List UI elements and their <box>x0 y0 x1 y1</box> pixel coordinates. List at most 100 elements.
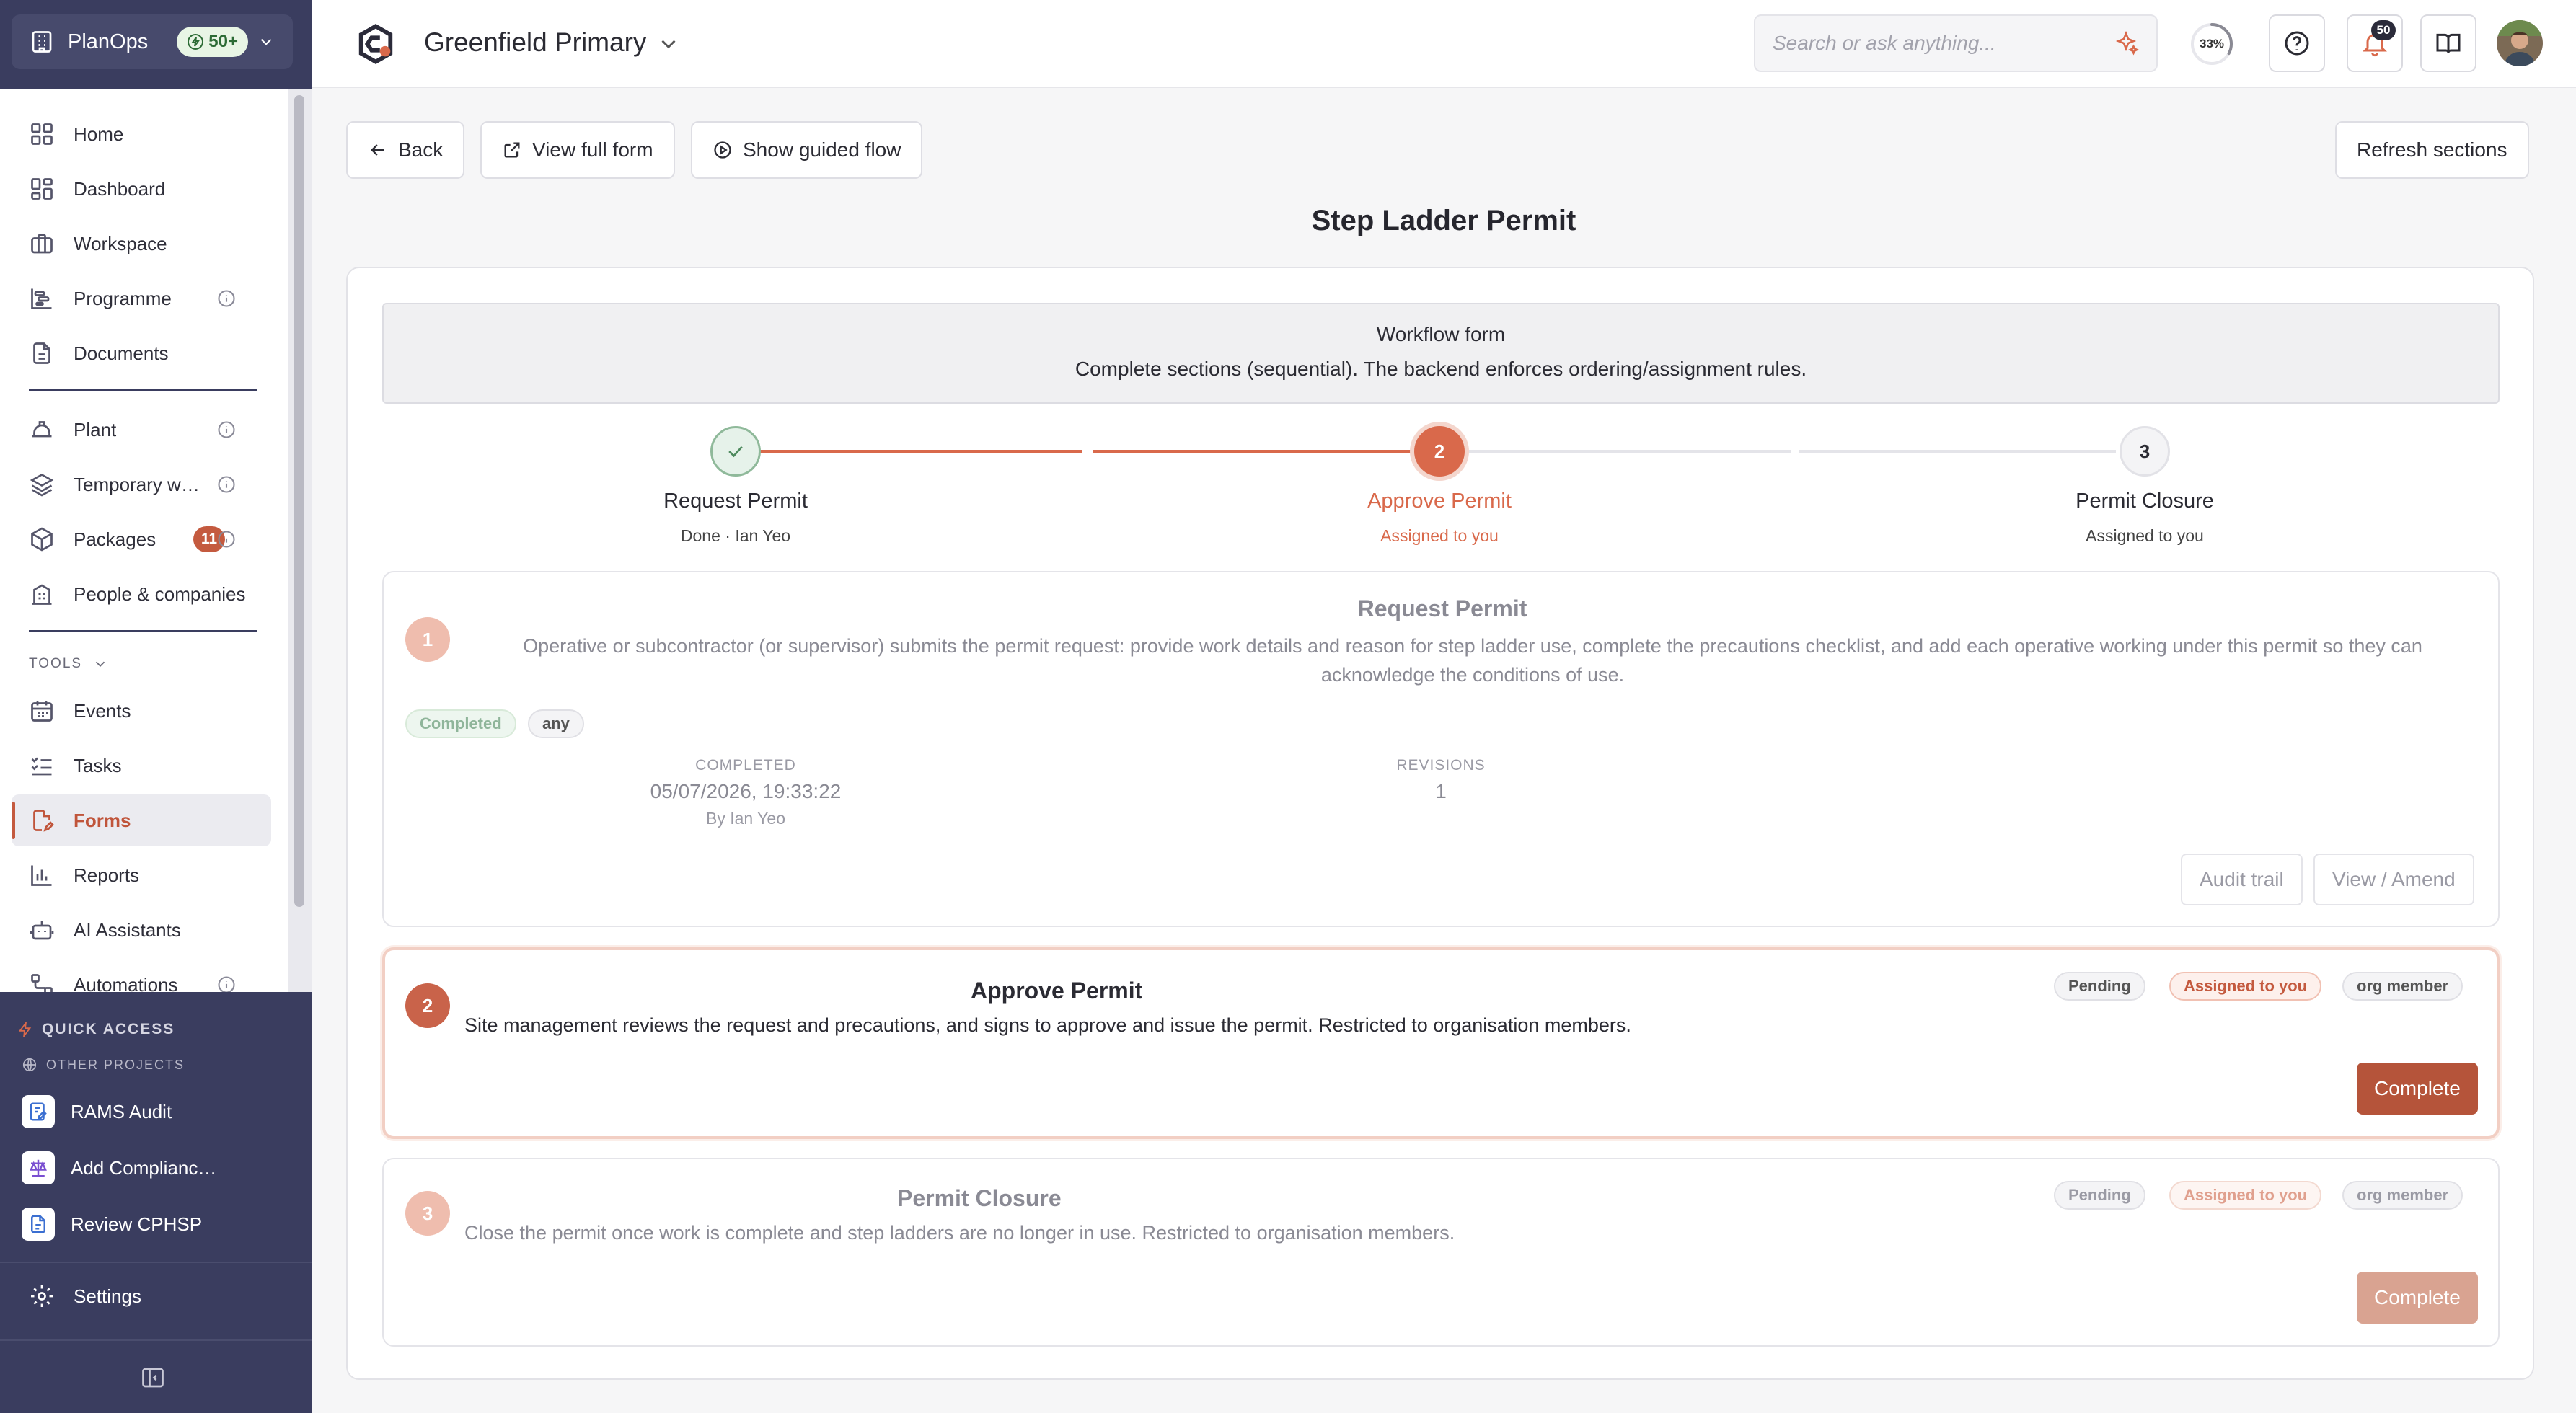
role-badge: org member <box>2342 1181 2463 1210</box>
refresh-sections-button[interactable]: Refresh sections <box>2335 121 2529 179</box>
section-title: Request Permit <box>1357 595 1527 621</box>
sidebar-item-forms[interactable]: Forms <box>12 794 271 846</box>
step-request-permit[interactable]: Request Permit Done · Ian Yeo <box>519 426 952 546</box>
sidebar-item-automations[interactable]: Automations <box>12 959 271 992</box>
quick-item-label: RAMS Audit <box>71 1100 172 1122</box>
package-icon <box>31 527 53 552</box>
globe-icon <box>22 1058 37 1072</box>
sidebar-item-label: Temporary w… <box>74 473 200 495</box>
sidebar-item-label: Forms <box>74 809 131 831</box>
view-full-form-button[interactable]: View full form <box>480 121 675 179</box>
step-circle: 2 <box>1414 426 1465 477</box>
quick-item-add-compliance[interactable]: Add Complianc… <box>22 1148 216 1188</box>
quick-item-review-cphsp[interactable]: Review CPHSP <box>22 1204 202 1244</box>
step-label: Request Permit <box>663 490 808 513</box>
completed-value: 05/07/2026, 19:33:22 <box>650 780 842 802</box>
sidebar-item-label: Dashboard <box>74 177 166 200</box>
sidebar-item-people-companies[interactable]: People & companies <box>12 568 271 620</box>
page-title: Step Ladder Permit <box>1311 205 1576 236</box>
sidebar-item-tasks[interactable]: Tasks <box>12 740 271 792</box>
tools-section-label: TOOLS <box>29 656 83 671</box>
view-amend-button[interactable]: View / Amend <box>2313 854 2474 905</box>
credits-badge[interactable]: 50+ <box>177 27 248 57</box>
checklist-icon <box>31 757 52 776</box>
info-icon[interactable] <box>216 474 237 495</box>
docs-button[interactable] <box>2420 14 2476 72</box>
info-icon[interactable] <box>216 529 237 549</box>
external-link-icon <box>504 142 520 158</box>
help-button[interactable] <box>2269 14 2325 72</box>
sidebar-scrollbar[interactable] <box>288 89 312 992</box>
step-circle: 3 <box>2120 426 2170 477</box>
info-icon[interactable] <box>216 975 237 992</box>
scrollbar-thumb[interactable] <box>294 95 304 907</box>
show-guided-flow-button[interactable]: Show guided flow <box>691 121 923 179</box>
step-sub: Assigned to you <box>2086 526 2204 545</box>
complete-button[interactable]: Complete <box>2357 1272 2478 1324</box>
workspace-switcher[interactable]: PlanOps 50+ <box>12 14 293 69</box>
notifications-button[interactable]: 50 <box>2347 14 2403 72</box>
sidebar-item-settings[interactable]: Settings <box>29 1283 141 1309</box>
sidebar-item-plant[interactable]: Plant <box>12 404 271 456</box>
tools-section-toggle[interactable]: TOOLS <box>29 656 108 672</box>
help-icon <box>2285 31 2309 56</box>
sidebar-item-workspace[interactable]: Workspace <box>12 218 271 270</box>
sidebar-item-label: Home <box>74 123 124 145</box>
sparkle-icon[interactable] <box>2113 30 2139 56</box>
chevron-down-icon[interactable] <box>656 32 681 56</box>
section-title: Permit Closure <box>897 1185 1062 1211</box>
layers-icon <box>30 473 54 497</box>
sidebar-separator <box>0 1339 312 1341</box>
sidebar: PlanOps 50+ Home Dashboard Workspace Pro… <box>0 0 312 1413</box>
sidebar-item-reports[interactable]: Reports <box>12 849 271 901</box>
step-number: 3 <box>2139 440 2151 462</box>
sidebar-collapse-icon[interactable] <box>140 1365 166 1391</box>
step-approve-permit[interactable]: 2 Approve Permit Assigned to you <box>1223 426 1656 546</box>
sidebar-nav: Home Dashboard Workspace Programme Docum… <box>0 89 288 992</box>
search-input[interactable] <box>1773 32 2113 55</box>
search-bar[interactable] <box>1754 14 2158 72</box>
quick-item-rams-audit[interactable]: RAMS Audit <box>22 1091 172 1132</box>
sidebar-item-programme[interactable]: Programme <box>12 273 271 324</box>
back-button[interactable]: Back <box>346 121 465 179</box>
step-permit-closure[interactable]: 3 Permit Closure Assigned to you <box>1928 426 2361 546</box>
form-icon <box>33 810 54 832</box>
info-icon[interactable] <box>216 420 237 440</box>
audit-trail-button[interactable]: Audit trail <box>2181 854 2303 905</box>
sidebar-item-label: Programme <box>74 287 172 309</box>
revisions-stat: REVISIONS 1 <box>1297 757 1585 803</box>
chevron-down-icon <box>260 38 272 45</box>
gantt-icon <box>31 288 52 309</box>
topbar: Greenfield Primary 33% 50 <box>312 0 2576 88</box>
back-label: Back <box>398 138 444 161</box>
chevron-down-icon <box>95 661 105 668</box>
sidebar-item-label: AI Assistants <box>74 918 181 941</box>
sidebar-item-temporary-works[interactable]: Temporary w… <box>12 459 271 510</box>
sidebar-item-events[interactable]: Events <box>12 685 271 737</box>
step-number: 2 <box>1434 440 1445 462</box>
section-number: 3 <box>405 1191 450 1236</box>
sidebar-item-ai-assistants[interactable]: AI Assistants <box>12 904 271 956</box>
completed-stat: COMPLETED 05/07/2026, 19:33:22 By Ian Ye… <box>601 757 890 828</box>
quick-access-label: QUICK ACCESS <box>42 1021 175 1037</box>
quick-item-label: Add Complianc… <box>71 1156 217 1179</box>
other-projects-heading: OTHER PROJECTS <box>22 1057 185 1073</box>
project-name[interactable]: Greenfield Primary <box>424 27 646 58</box>
progress-ring[interactable]: 33% <box>2189 22 2234 66</box>
workflow-card: Workflow form Complete sections (sequent… <box>346 267 2534 1380</box>
complete-button[interactable]: Complete <box>2357 1063 2478 1115</box>
arrow-left-icon <box>371 144 384 156</box>
sidebar-item-packages[interactable]: Packages 11 <box>12 513 271 565</box>
sidebar-separator <box>0 1262 312 1263</box>
sidebar-item-label: Tasks <box>74 754 122 776</box>
sidebar-item-label: Automations <box>74 973 178 993</box>
status-badge: Pending <box>2054 972 2145 1001</box>
sidebar-item-label: People & companies <box>74 583 246 605</box>
sidebar-item-documents[interactable]: Documents <box>12 327 271 379</box>
user-avatar[interactable] <box>2497 20 2543 66</box>
sidebar-item-label: Reports <box>74 864 140 886</box>
sidebar-item-dashboard[interactable]: Dashboard <box>12 163 271 215</box>
sidebar-item-home[interactable]: Home <box>12 108 271 160</box>
info-icon[interactable] <box>216 288 237 309</box>
show-guided-flow-label: Show guided flow <box>743 138 901 161</box>
